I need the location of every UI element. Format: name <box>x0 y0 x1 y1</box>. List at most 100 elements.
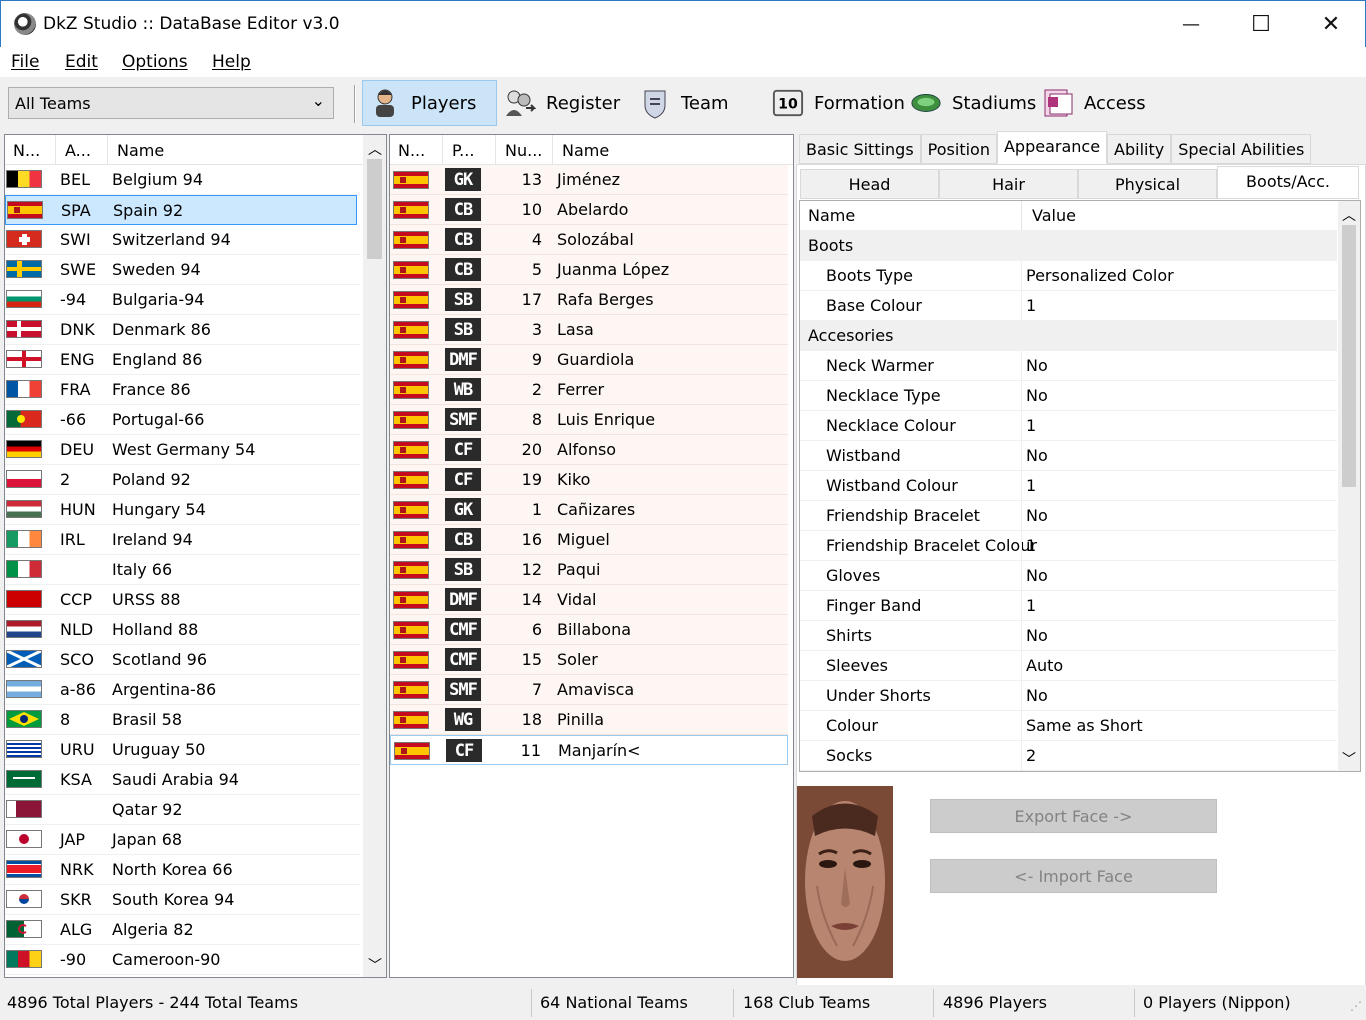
team-row[interactable]: SPA Spain 92 <box>5 195 357 225</box>
team-row[interactable]: SKR South Korea 94 <box>5 885 360 915</box>
subtab-boots-acc[interactable]: Boots/Acc. <box>1217 166 1359 199</box>
property-grid[interactable]: Name Value Boots Boots Type Personalized C… <box>799 200 1361 772</box>
property-row[interactable]: Wistband Colour 1 <box>800 471 1337 501</box>
player-row[interactable]: DMF 9 Guardiola <box>390 345 788 375</box>
team-row[interactable]: URU Uruguay 50 <box>5 735 360 765</box>
team-row[interactable]: HUN Hungary 54 <box>5 495 360 525</box>
tab-position[interactable]: Position <box>920 134 997 164</box>
property-row[interactable]: Socks 2 <box>800 741 1337 771</box>
tab-appearance[interactable]: Appearance <box>996 131 1108 164</box>
player-row[interactable]: CB 16 Miguel <box>390 525 788 555</box>
team-row[interactable]: CCP URSS 88 <box>5 585 360 615</box>
minimize-button[interactable]: — <box>1156 1 1226 48</box>
property-value[interactable]: Same as Short <box>1026 716 1143 735</box>
property-value[interactable]: No <box>1026 446 1048 465</box>
property-value[interactable]: No <box>1026 506 1048 525</box>
col-nation[interactable]: N... <box>398 141 425 160</box>
property-value[interactable]: No <box>1026 356 1048 375</box>
property-row[interactable]: Neck Warmer No <box>800 351 1337 381</box>
team-row[interactable]: SCO Scotland 96 <box>5 645 360 675</box>
players-button[interactable]: Players <box>362 80 497 126</box>
player-row[interactable]: CB 10 Abelardo <box>390 195 788 225</box>
resize-grip-icon[interactable]: ⋰ <box>1350 999 1362 1013</box>
tab-basic-sittings[interactable]: Basic Sittings <box>799 134 921 164</box>
col-number[interactable]: Nu... <box>505 141 542 160</box>
property-row[interactable]: Base Colour 1 <box>800 291 1337 321</box>
scroll-down-icon[interactable]: ﹀ <box>1342 749 1356 769</box>
player-row[interactable]: CMF 15 Soler <box>390 645 788 675</box>
menu-edit[interactable]: Edit <box>65 52 98 72</box>
team-row[interactable]: Italy 66 <box>5 555 360 585</box>
player-row[interactable]: SMF 8 Luis Enrique <box>390 405 788 435</box>
property-row[interactable]: Friendship Bracelet No <box>800 501 1337 531</box>
scroll-thumb[interactable] <box>367 159 382 259</box>
player-row[interactable]: GK 1 Cañizares <box>390 495 788 525</box>
player-row[interactable]: DMF 14 Vidal <box>390 585 788 615</box>
team-row[interactable]: ALG Algeria 82 <box>5 915 360 945</box>
player-row[interactable]: CMF 6 Billabona <box>390 615 788 645</box>
export-face-button[interactable]: Export Face -> <box>930 799 1217 833</box>
access-button[interactable]: Access <box>1036 80 1151 126</box>
team-row[interactable]: -66 Portugal-66 <box>5 405 360 435</box>
property-value[interactable]: No <box>1026 626 1048 645</box>
player-row[interactable]: CB 5 Juanma López <box>390 255 788 285</box>
col-name[interactable]: Name <box>117 141 164 160</box>
team-row[interactable]: -94 Bulgaria-94 <box>5 285 360 315</box>
team-button[interactable]: Team <box>633 80 748 126</box>
property-value[interactable]: No <box>1026 566 1048 585</box>
player-row[interactable]: CF 20 Alfonso <box>390 435 788 465</box>
team-row[interactable]: a-86 Argentina-86 <box>5 675 360 705</box>
menu-help[interactable]: Help <box>212 52 251 72</box>
player-row[interactable]: CF 19 Kiko <box>390 465 788 495</box>
players-list[interactable]: N... P... Nu... Name GK 13 Jiménez CB 10 Abel… <box>389 134 794 978</box>
col-name[interactable]: Name <box>562 141 609 160</box>
team-row[interactable]: Qatar 92 <box>5 795 360 825</box>
col-abbr[interactable]: A... <box>65 141 91 160</box>
subtab-head[interactable]: Head <box>800 169 939 199</box>
property-category[interactable]: Boots <box>800 231 1337 261</box>
register-button[interactable]: Register <box>498 80 623 126</box>
team-row[interactable]: 2 Poland 92 <box>5 465 360 495</box>
property-scrollbar[interactable]: ︿ ﹀ <box>1338 201 1360 771</box>
team-row[interactable]: NLD Holland 88 <box>5 615 360 645</box>
team-row[interactable]: KSA Saudi Arabia 94 <box>5 765 360 795</box>
property-row[interactable]: Boots Type Personalized Color <box>800 261 1337 291</box>
team-row[interactable]: 8 Brasil 58 <box>5 705 360 735</box>
property-row[interactable]: Colour Same as Short <box>800 711 1337 741</box>
tab-special-abilities[interactable]: Special Abilities <box>1171 134 1312 164</box>
property-value[interactable]: Personalized Color <box>1026 266 1174 285</box>
team-row[interactable]: SWE Sweden 94 <box>5 255 360 285</box>
property-value[interactable]: 2 <box>1026 746 1036 765</box>
player-row[interactable]: GK 13 Jiménez <box>390 165 788 195</box>
player-row[interactable]: SB 3 Lasa <box>390 315 788 345</box>
close-button[interactable]: ✕ <box>1296 1 1366 48</box>
property-value[interactable]: No <box>1026 386 1048 405</box>
col-nation[interactable]: N... <box>13 141 40 160</box>
player-row[interactable]: CF 11 Manjarín< <box>390 735 788 765</box>
property-row[interactable]: Shirts No <box>800 621 1337 651</box>
tab-ability[interactable]: Ability <box>1107 134 1172 164</box>
property-row[interactable]: Wistband No <box>800 441 1337 471</box>
property-row[interactable]: Under Shorts No <box>800 681 1337 711</box>
scroll-thumb[interactable] <box>1342 225 1356 487</box>
property-value[interactable]: 1 <box>1026 296 1036 315</box>
property-row[interactable]: Gloves No <box>800 561 1337 591</box>
player-row[interactable]: WG 18 Pinilla <box>390 705 788 735</box>
team-row[interactable]: FRA France 86 <box>5 375 360 405</box>
property-value[interactable]: 1 <box>1026 596 1036 615</box>
team-row[interactable]: ENG England 86 <box>5 345 360 375</box>
player-row[interactable]: WB 2 Ferrer <box>390 375 788 405</box>
team-row[interactable]: IRL Ireland 94 <box>5 525 360 555</box>
team-row[interactable]: NRK North Korea 66 <box>5 855 360 885</box>
team-row[interactable]: SWI Switzerland 94 <box>5 225 360 255</box>
team-row[interactable]: -90 Cameroon-90 <box>5 945 360 975</box>
maximize-button[interactable]: ☐ <box>1226 1 1296 48</box>
formation-button[interactable]: 10 Formation <box>766 80 906 126</box>
subtab-physical[interactable]: Physical <box>1078 169 1217 199</box>
scroll-up-icon[interactable]: ︿ <box>1342 205 1356 225</box>
property-row[interactable]: Friendship Bracelet Colour 1 <box>800 531 1337 561</box>
scroll-up-icon[interactable]: ︿ <box>368 139 382 159</box>
property-value[interactable]: Auto <box>1026 656 1063 675</box>
team-row[interactable]: BEL Belgium 94 <box>5 165 360 195</box>
property-value[interactable]: No <box>1026 686 1048 705</box>
